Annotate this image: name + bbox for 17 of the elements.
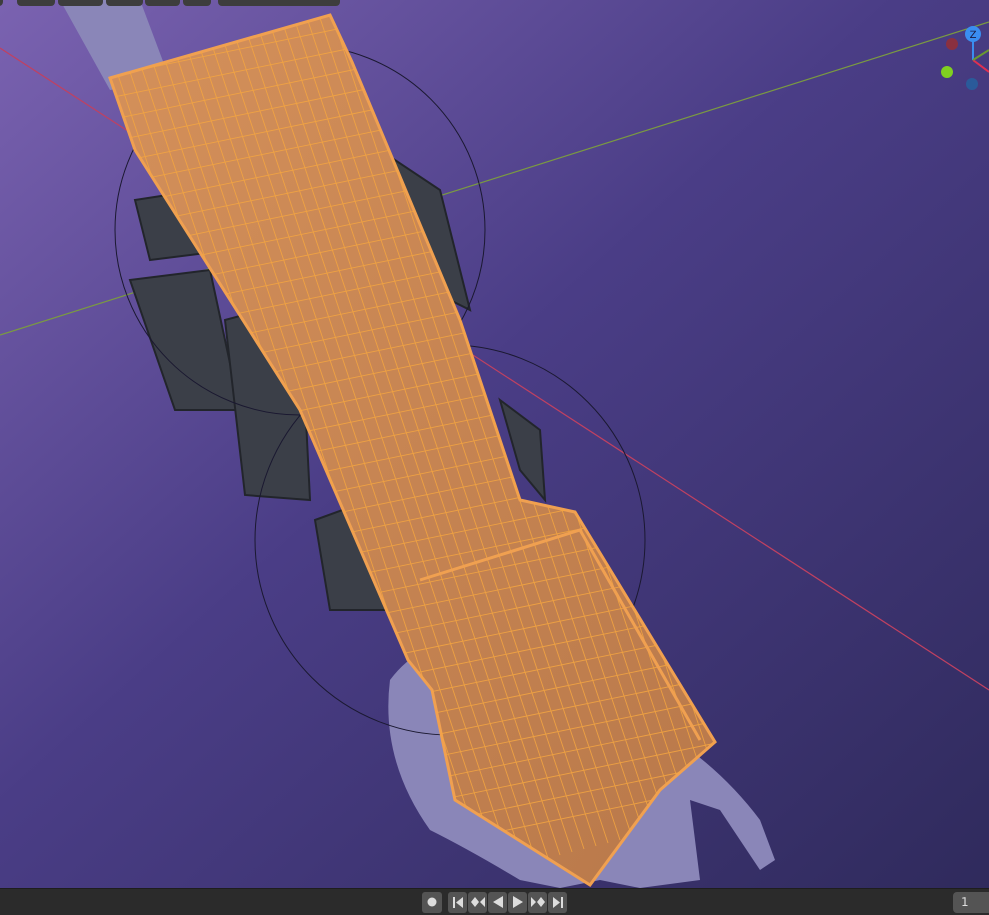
jump-end-button[interactable] <box>548 892 567 912</box>
diamond-left-icon <box>470 897 484 907</box>
play-button[interactable] <box>508 892 527 912</box>
triangle-left-icon <box>492 896 502 908</box>
next-keyframe-button[interactable] <box>528 892 547 912</box>
record-button[interactable] <box>422 892 442 912</box>
gizmo-axis-label: Z <box>970 30 976 41</box>
skip-end-icon <box>552 896 562 908</box>
diamond-right-icon <box>530 897 544 907</box>
play-reverse-button[interactable] <box>488 892 507 912</box>
jump-start-button[interactable] <box>448 892 467 912</box>
dot-icon <box>427 897 437 907</box>
navigation-gizmo-drawing <box>941 26 989 90</box>
previous-keyframe-button[interactable] <box>468 892 487 912</box>
skip-start-icon <box>452 896 462 908</box>
current-frame-field[interactable]: 1 <box>953 892 989 913</box>
play-icon <box>512 896 522 908</box>
